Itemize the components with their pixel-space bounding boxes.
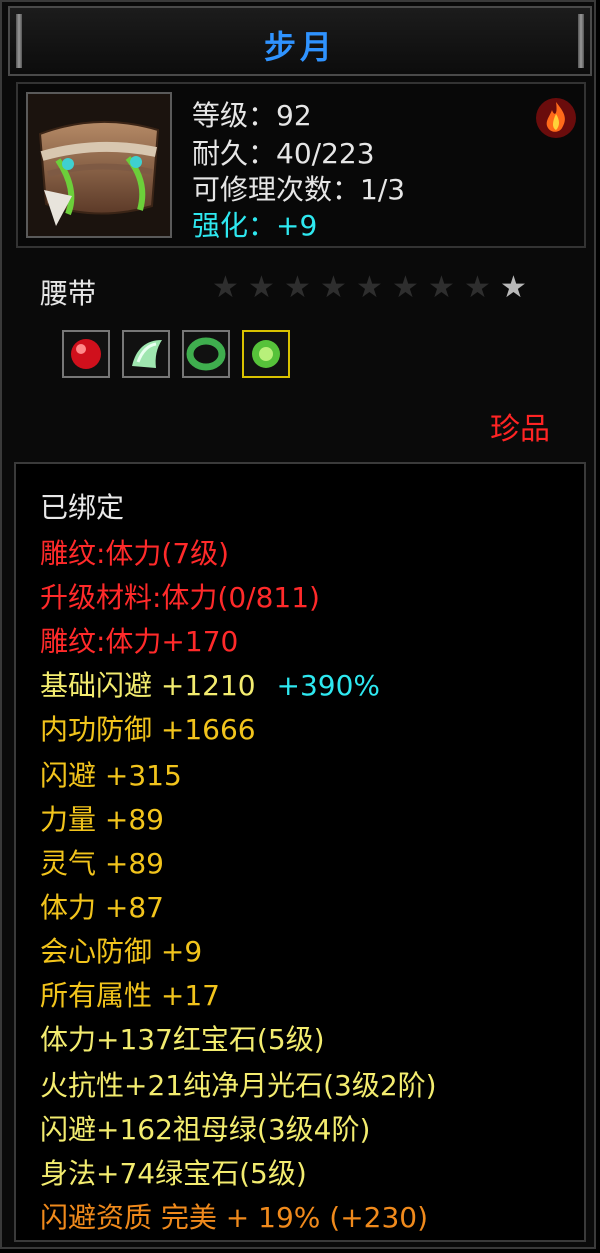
star-icon-lit: ★ — [500, 270, 527, 305]
star-icon: ★ — [212, 270, 239, 305]
base-dodge-percent: +390% — [276, 669, 381, 702]
gem-moonstone-line: 火抗性+21纯净月光石(3级2阶) — [40, 1069, 437, 1102]
title-bar: 步月 — [8, 6, 592, 76]
upgrade-material-line: 升级材料:体力(0/811) — [40, 581, 320, 614]
stamina-line: 体力 +87 — [40, 891, 164, 924]
item-repair-count: 可修理次数：1/3 — [192, 173, 406, 206]
base-dodge-line: 基础闪避 +1210 +390% — [40, 664, 380, 704]
spirit-line: 灵气 +89 — [40, 847, 164, 880]
gem-ruby-line: 体力+137红宝石(5级) — [40, 1023, 325, 1056]
star-icon: ★ — [248, 270, 275, 305]
belt-item-icon[interactable] — [26, 92, 172, 238]
rarity-label: 珍品 — [490, 412, 550, 447]
star-icon: ★ — [464, 270, 491, 305]
ruby-gem-icon[interactable] — [62, 330, 110, 378]
star-icon: ★ — [392, 270, 419, 305]
star-icon: ★ — [284, 270, 311, 305]
fire-element-icon — [534, 96, 578, 140]
item-level: 等级：92 — [192, 99, 312, 132]
green-gem-icon[interactable] — [242, 330, 290, 378]
item-title: 步月 — [263, 28, 336, 66]
star-icon: ★ — [356, 270, 383, 305]
engrave-bonus-line: 雕纹:体力+170 — [40, 625, 239, 658]
dodge-quality-line: 闪避资质 完美 + 19% (+230) — [40, 1201, 429, 1234]
gem-emerald-line: 闪避+162祖母绿(3级4阶) — [40, 1113, 371, 1146]
bound-status: 已绑定 — [40, 491, 125, 524]
engrave-line: 雕纹:体力(7级) — [40, 537, 230, 570]
star-icon: ★ — [428, 270, 455, 305]
strength-line: 力量 +89 — [40, 803, 164, 836]
base-dodge-value: 基础闪避 +1210 — [40, 669, 256, 702]
star-icon: ★ — [320, 270, 347, 305]
all-attributes-line: 所有属性 +17 — [40, 979, 220, 1012]
item-enhance: 强化：+9 — [192, 209, 318, 242]
crit-defense-line: 会心防御 +9 — [40, 935, 203, 968]
item-durability: 耐久：40/223 — [192, 137, 375, 170]
gem-green-line: 身法+74绿宝石(5级) — [40, 1157, 307, 1190]
item-type-label: 腰带 — [40, 277, 97, 310]
dodge-line: 闪避 +315 — [40, 759, 182, 792]
emerald-gem-icon[interactable] — [182, 330, 230, 378]
internal-defense-line: 内功防御 +1666 — [40, 713, 256, 746]
moonstone-gem-icon[interactable] — [122, 330, 170, 378]
